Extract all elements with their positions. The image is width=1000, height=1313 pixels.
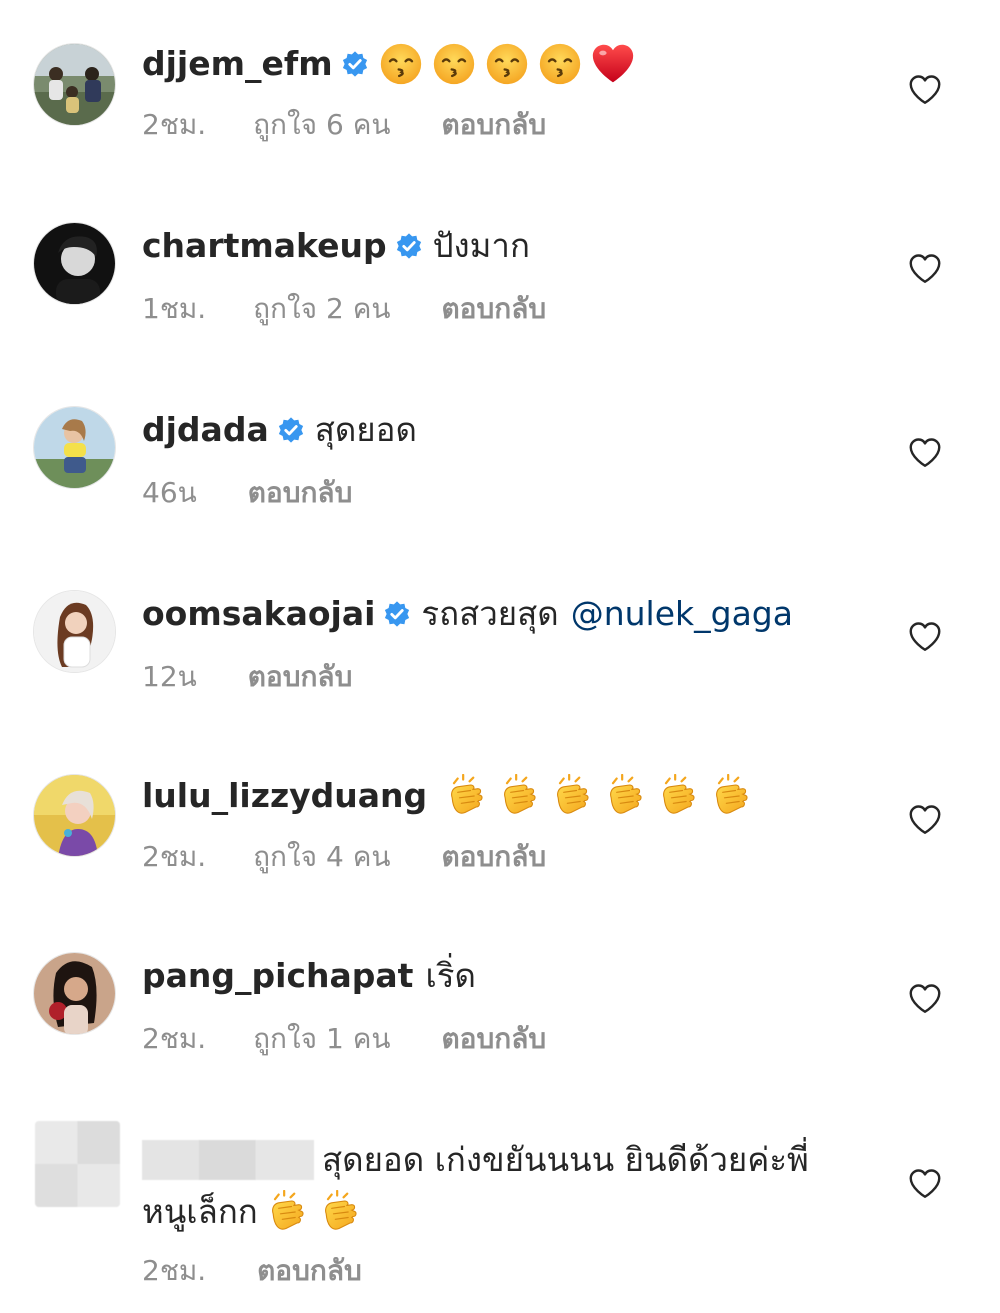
username[interactable]: chartmakeup	[142, 226, 387, 266]
kissing-face-icon	[538, 42, 582, 86]
clapping-hands-icon	[443, 774, 487, 818]
reply-button[interactable]: ตอบกลับ	[257, 1254, 362, 1288]
likes-count-link[interactable]: ถูกใจ 2 คน	[253, 292, 390, 326]
comment-line: oomsakaojai รถสวยสุด @nulek_gaga	[142, 594, 793, 634]
avatar-redacted[interactable]	[35, 1121, 120, 1207]
comment-time: 2ชม.	[142, 108, 207, 141]
kissing-face-icon	[485, 42, 529, 86]
comment-time: 2ชม.	[142, 1254, 207, 1287]
comment-time: 2ชม.	[142, 1022, 207, 1055]
reply-button[interactable]: ตอบกลับ	[441, 840, 546, 874]
verified-badge-icon	[395, 232, 423, 260]
likes-count-link[interactable]: ถูกใจ 1 คน	[253, 1022, 390, 1056]
comment-text: สุดยอด	[314, 410, 417, 449]
like-heart-icon[interactable]	[907, 802, 943, 838]
clapping-hands-icon	[264, 1190, 308, 1234]
verified-badge-icon	[383, 600, 411, 628]
like-heart-icon[interactable]	[907, 981, 943, 1017]
like-heart-icon[interactable]	[907, 251, 943, 287]
comment-line: djjem_efm	[142, 42, 644, 86]
clapping-hands-icon	[549, 774, 593, 818]
reply-button[interactable]: ตอบกลับ	[441, 108, 546, 142]
comment-text: เริ่ด	[425, 956, 476, 995]
reply-button[interactable]: ตอบกลับ	[441, 292, 546, 326]
avatar[interactable]	[33, 952, 116, 1035]
comment-meta: 1ชม. ถูกใจ 2 คน ตอบกลับ	[142, 292, 546, 326]
username[interactable]: djjem_efm	[142, 44, 333, 84]
comment-line-2: หนูเล็กก	[142, 1190, 370, 1234]
verified-badge-icon	[341, 50, 369, 78]
clapping-hands-icon	[317, 1190, 361, 1234]
username[interactable]: lulu_lizzyduang	[142, 776, 427, 816]
avatar[interactable]	[33, 406, 116, 489]
username-redacted[interactable]	[142, 1140, 314, 1180]
comment-text: สุดยอด เก่งขยันนนน ยินดีด้วยค่ะพี่	[322, 1140, 809, 1179]
kissing-face-icon	[432, 42, 476, 86]
comment-meta: 2ชม. ถูกใจ 4 คน ตอบกลับ	[142, 840, 546, 874]
reply-button[interactable]: ตอบกลับ	[248, 476, 353, 510]
comment-time: 1ชม.	[142, 292, 207, 325]
comment-time: 2ชม.	[142, 840, 207, 873]
reply-button[interactable]: ตอบกลับ	[248, 660, 353, 694]
like-heart-icon[interactable]	[907, 619, 943, 655]
comment-time: 12น	[142, 660, 197, 693]
comment-line: chartmakeup ปังมาก	[142, 226, 530, 266]
avatar[interactable]	[33, 774, 116, 857]
comment-line: djdada สุดยอด	[142, 410, 417, 450]
comment-meta: 46น ตอบกลับ	[142, 476, 352, 510]
comment-meta: 2ชม. ตอบกลับ	[142, 1254, 362, 1288]
comment-time: 46น	[142, 476, 197, 509]
username[interactable]: pang_pichapat	[142, 956, 413, 996]
comment-text-continued: หนูเล็กก	[142, 1192, 258, 1231]
comment-meta: 2ชม. ถูกใจ 6 คน ตอบกลับ	[142, 108, 546, 142]
username[interactable]: djdada	[142, 410, 269, 450]
avatar[interactable]	[33, 590, 116, 673]
comment-meta: 12น ตอบกลับ	[142, 660, 352, 694]
avatar[interactable]	[33, 222, 116, 305]
comment-meta: 2ชม. ถูกใจ 1 คน ตอบกลับ	[142, 1022, 546, 1056]
avatar[interactable]	[33, 43, 116, 126]
red-heart-icon	[591, 42, 635, 86]
clapping-hands-icon	[602, 774, 646, 818]
like-heart-icon[interactable]	[907, 72, 943, 108]
comment-text: ปังมาก	[432, 226, 530, 265]
like-heart-icon[interactable]	[907, 435, 943, 471]
username[interactable]: oomsakaojai	[142, 594, 375, 634]
comment-line: lulu_lizzyduang	[142, 774, 761, 818]
verified-badge-icon	[277, 416, 305, 444]
reply-button[interactable]: ตอบกลับ	[441, 1022, 546, 1056]
comment-text: รถสวยสุด	[421, 594, 559, 633]
likes-count-link[interactable]: ถูกใจ 4 คน	[253, 840, 390, 874]
clapping-hands-icon	[655, 774, 699, 818]
clapping-hands-icon	[496, 774, 540, 818]
comment-line: สุดยอด เก่งขยันนนน ยินดีด้วยค่ะพี่	[142, 1140, 809, 1180]
kissing-face-icon	[379, 42, 423, 86]
comment-line: pang_pichapat เริ่ด	[142, 956, 476, 996]
likes-count-link[interactable]: ถูกใจ 6 คน	[253, 108, 390, 142]
like-heart-icon[interactable]	[907, 1166, 943, 1202]
clapping-hands-icon	[708, 774, 752, 818]
mention-link[interactable]: @nulek_gaga	[571, 594, 793, 634]
